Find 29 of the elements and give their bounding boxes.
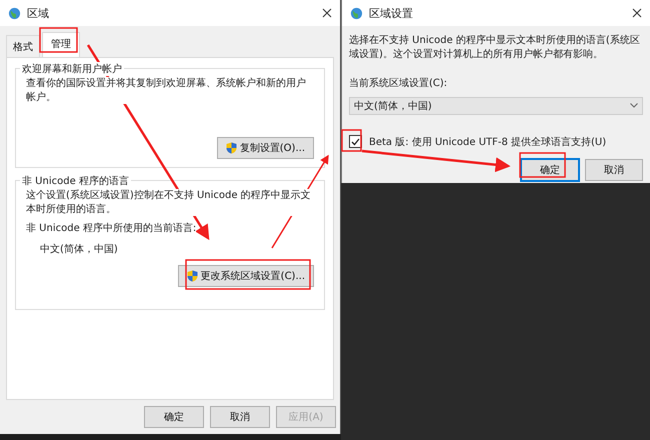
dialog-button[interactable]: 确定 <box>144 406 204 428</box>
window-title: 区域 <box>27 6 50 20</box>
dialog-button[interactable]: 取消 <box>585 158 643 180</box>
shield-icon <box>186 270 198 282</box>
locale-label: 当前系统区域设置(C): <box>349 77 448 90</box>
highlight-frame <box>519 152 566 178</box>
description-text: 选择在不支持 Unicode 的程序中显示文本时所使用的语言(系统区域设置)。这个设置对计算机上的所有用户帐户都有影响。 <box>349 34 643 61</box>
highlight-frame <box>39 27 78 53</box>
group-title: 非 Unicode 程序的语言 <box>20 174 131 188</box>
group-title: 欢迎屏幕和新用户帐户 <box>20 62 124 76</box>
beta-checkbox[interactable]: Beta 版: 使用 Unicode UTF-8 提供全球语言支持(U) <box>349 134 643 148</box>
check-icon <box>351 138 360 146</box>
chevron-down-icon <box>630 103 638 108</box>
highlight-frame <box>341 129 362 152</box>
settings-button[interactable]: 更改系统区域设置(C)... <box>178 265 314 287</box>
shield-icon <box>226 142 237 154</box>
tab[interactable]: 格式 <box>6 35 40 57</box>
locale-dropdown[interactable]: 中文(简体，中国) <box>349 96 643 114</box>
settings-button[interactable]: 复制设置(O)... <box>216 137 314 159</box>
globe-icon <box>350 6 363 20</box>
close-icon[interactable] <box>322 8 332 18</box>
window-title: 区域设置 <box>369 6 414 20</box>
close-icon[interactable] <box>632 8 642 18</box>
current-language-label: 非 Unicode 程序中所使用的当前语言: <box>26 222 196 236</box>
current-language-value: 中文(简体，中国) <box>40 242 118 256</box>
dialog-button[interactable]: 取消 <box>210 406 270 428</box>
globe-icon <box>8 6 21 20</box>
tab[interactable]: 管理 <box>42 32 80 57</box>
dialog-button[interactable]: 确定 <box>521 158 579 180</box>
